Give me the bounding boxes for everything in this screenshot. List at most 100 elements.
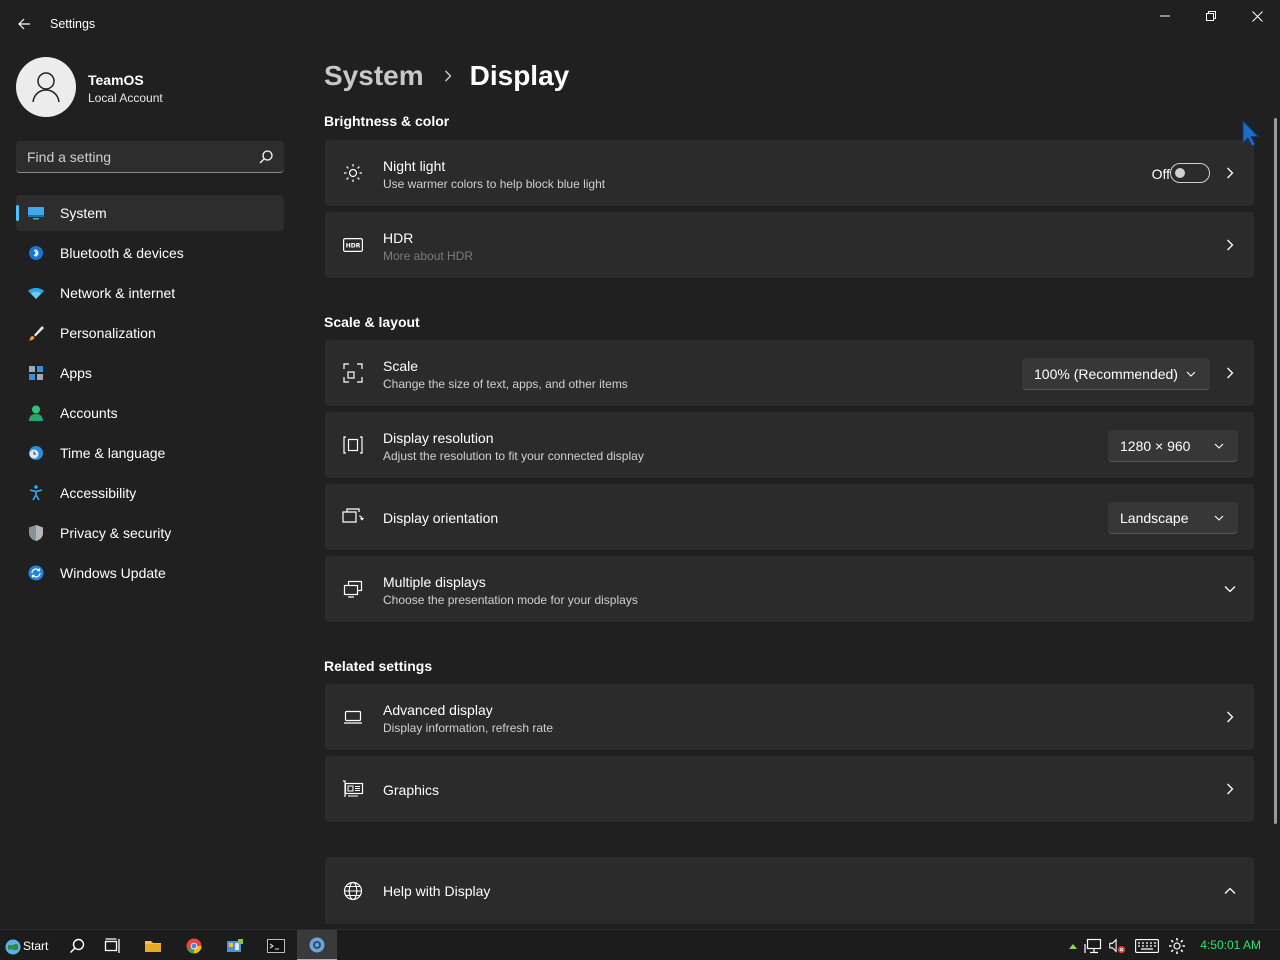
chevron-down-icon[interactable] [1222, 581, 1238, 597]
chevron-right-icon [1222, 237, 1238, 253]
brightness-icon [342, 162, 364, 184]
sidebar-item-label: Apps [60, 365, 92, 381]
sidebar-item-system[interactable]: System [16, 195, 284, 231]
task-view-button[interactable] [100, 934, 126, 958]
profile-name: TeamOS [88, 72, 144, 88]
sidebar-item-label: Network & internet [60, 285, 176, 301]
search-input[interactable] [16, 141, 246, 172]
scale-icon [342, 362, 364, 384]
scrollbar[interactable] [1274, 118, 1277, 824]
graphics-card-icon [342, 778, 364, 800]
display-orientation-title: Display orientation [383, 510, 499, 526]
section-title-scale-layout: Scale & layout [324, 314, 420, 330]
display-orientation-card: Display orientation Landscape [325, 484, 1254, 551]
folder-icon [145, 941, 161, 952]
scale-dropdown-value: 100% (Recommended) [1034, 365, 1178, 382]
keyboard-icon[interactable] [1134, 937, 1160, 955]
night-light-card[interactable]: Night light Use warmer colors to help bl… [325, 140, 1254, 207]
multiple-displays-card[interactable]: Multiple displays Choose the presentatio… [325, 556, 1254, 623]
chevron-down-icon [1214, 441, 1224, 451]
monitor-icon [342, 706, 364, 728]
user-profile[interactable]: TeamOS Local Account [16, 57, 286, 117]
sidebar-item-label: Accessibility [60, 485, 137, 501]
close-icon [1251, 10, 1263, 22]
sidebar-item-privacy-security[interactable]: Privacy & security [16, 515, 284, 551]
night-light-title: Night light [383, 158, 446, 174]
search-icon[interactable] [258, 149, 274, 165]
accessibility-icon [28, 485, 44, 501]
sidebar-item-time-language[interactable]: Time & language [16, 435, 284, 471]
close-button[interactable] [1234, 0, 1280, 32]
multiple-displays-title: Multiple displays [383, 574, 486, 590]
orientation-dropdown-value: Landscape [1120, 509, 1189, 526]
hdr-subtitle[interactable]: More about HDR [383, 249, 473, 263]
terminal-icon [267, 939, 285, 953]
chevron-right-icon [438, 66, 458, 86]
scale-subtitle: Change the size of text, apps, and other… [383, 377, 628, 391]
taskbar-search-button[interactable] [64, 934, 90, 958]
scale-title: Scale [383, 358, 419, 374]
orientation-dropdown[interactable]: Landscape [1108, 502, 1238, 534]
command-prompt-button[interactable] [263, 934, 289, 958]
chevron-right-icon [1222, 709, 1238, 725]
apps-icon [28, 365, 44, 381]
sidebar-item-label: Privacy & security [60, 525, 172, 541]
taskbar-clock[interactable]: 4:50:01 AM [1200, 938, 1261, 952]
file-explorer-button[interactable] [140, 934, 166, 958]
shield-icon [28, 525, 44, 541]
advanced-display-title: Advanced display [383, 702, 493, 718]
tray-overflow-icon[interactable] [1064, 937, 1082, 955]
sidebar-item-accessibility[interactable]: Accessibility [16, 475, 284, 511]
sidebar-item-apps[interactable]: Apps [16, 355, 284, 391]
hdr-card[interactable]: HDR HDR More about HDR [325, 212, 1254, 279]
night-light-toggle-state: Off [1151, 166, 1170, 182]
scale-card[interactable]: Scale Change the size of text, apps, and… [325, 340, 1254, 407]
sidebar-item-label: Accounts [60, 405, 118, 421]
task-view-icon [104, 938, 120, 953]
help-with-display-card[interactable]: Help with Display [325, 857, 1254, 925]
scale-dropdown[interactable]: 100% (Recommended) [1022, 358, 1210, 390]
sidebar-item-accounts[interactable]: Accounts [16, 395, 284, 431]
sidebar-item-bluetooth[interactable]: Bluetooth & devices [16, 235, 284, 271]
network-icon[interactable] [1084, 937, 1102, 955]
advanced-display-subtitle: Display information, refresh rate [383, 721, 554, 735]
chevron-down-icon [1186, 369, 1196, 379]
minimize-icon [1160, 15, 1170, 17]
chevron-right-icon [1222, 781, 1238, 797]
control-panel-button[interactable] [222, 934, 248, 958]
breadcrumb-parent[interactable]: System [324, 60, 424, 92]
display-resolution-card: Display resolution Adjust the resolution… [325, 412, 1254, 479]
section-title-related-settings: Related settings [324, 658, 433, 674]
accounts-icon [28, 405, 44, 421]
start-button[interactable]: Start [2, 933, 56, 959]
clock-globe-icon [28, 445, 44, 461]
settings-taskbar-button[interactable] [297, 930, 337, 960]
graphics-card[interactable]: Graphics [325, 756, 1254, 823]
sidebar-item-personalization[interactable]: Personalization [16, 315, 284, 351]
hdr-icon: HDR [342, 234, 364, 256]
update-icon [28, 565, 44, 581]
svg-text:HDR: HDR [346, 243, 361, 250]
taskbar: Start 4:50:01 AM [0, 929, 1280, 960]
sidebar-item-windows-update[interactable]: Windows Update [16, 555, 284, 591]
sidebar-item-network[interactable]: Network & internet [16, 275, 284, 311]
chevron-up-icon[interactable] [1222, 883, 1238, 899]
night-light-toggle[interactable] [1170, 163, 1210, 183]
chrome-icon [186, 938, 202, 954]
chrome-button[interactable] [181, 934, 207, 958]
page-title: Display [469, 60, 570, 91]
back-button[interactable] [10, 10, 38, 38]
chevron-right-icon [1222, 165, 1238, 181]
system-icon [28, 205, 44, 221]
volume-muted-icon[interactable] [1108, 937, 1126, 955]
sidebar-item-label: Windows Update [60, 565, 166, 581]
advanced-display-card[interactable]: Advanced display Display information, re… [325, 684, 1254, 751]
resolution-dropdown[interactable]: 1280 × 960 [1108, 430, 1238, 462]
settings-gear-icon[interactable] [1168, 937, 1186, 955]
restore-button[interactable] [1188, 0, 1234, 32]
app-title: Settings [50, 17, 96, 31]
display-resolution-title: Display resolution [383, 430, 494, 446]
back-arrow-icon [18, 18, 30, 30]
display-resolution-subtitle: Adjust the resolution to fit your connec… [383, 449, 644, 463]
minimize-button[interactable] [1142, 0, 1188, 32]
